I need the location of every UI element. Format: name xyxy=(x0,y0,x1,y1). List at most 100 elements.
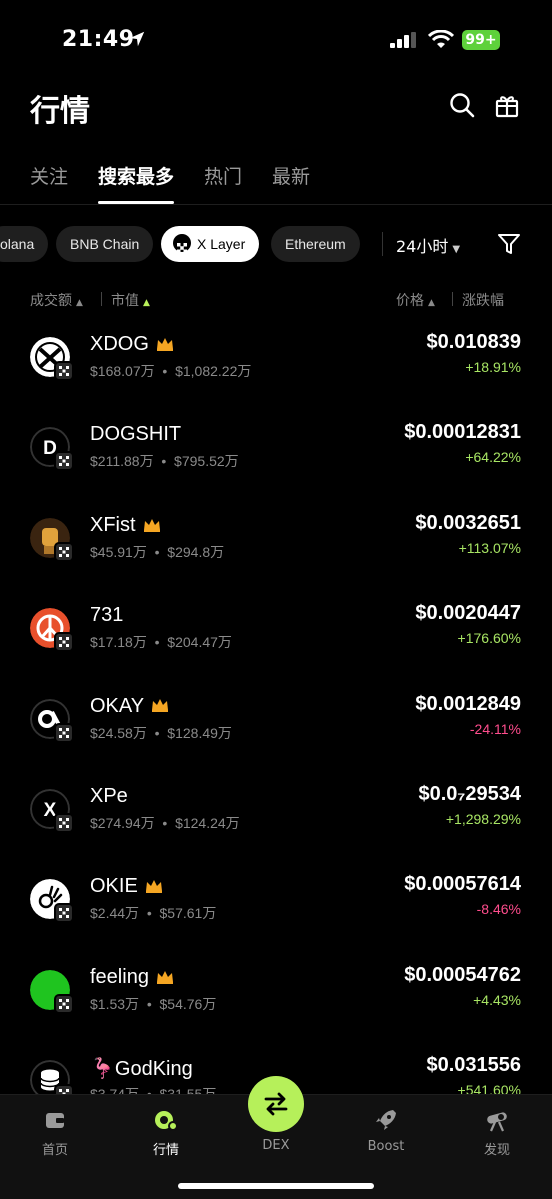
token-symbol: OKIE xyxy=(90,875,138,898)
token-name: XPe xyxy=(90,785,128,808)
token-change: -24.11% xyxy=(469,720,521,737)
token-market-cap: $294.8万 xyxy=(167,543,225,560)
caret-down-icon: ▼ xyxy=(452,244,461,255)
token-stats: $168.07万 • $1,082.22万 xyxy=(90,363,252,379)
token-stats: $45.91万 • $294.8万 xyxy=(90,543,225,560)
token-symbol: XDOG xyxy=(90,333,149,355)
battery-indicator: 99+ xyxy=(462,30,500,50)
market-icon xyxy=(155,1111,178,1131)
filter-icon[interactable] xyxy=(497,232,521,256)
status-time: 21:49 xyxy=(62,27,135,52)
home-indicator xyxy=(178,1183,374,1189)
token-volume: $45.91万 xyxy=(90,543,147,560)
sort-market-cap[interactable]: 市值 ▲ xyxy=(111,290,150,310)
token-market-cap: $795.52万 xyxy=(174,453,239,470)
x-layer-chain-badge-icon xyxy=(54,903,74,924)
token-name: 🦩GodKing xyxy=(90,1056,193,1081)
x-layer-chain-badge-icon xyxy=(54,632,74,653)
telescope-icon xyxy=(487,1112,507,1132)
x-layer-chain-badge-icon xyxy=(54,361,74,381)
token-symbol: 🦩GodKing xyxy=(90,1058,193,1081)
chip-solana[interactable]: olana xyxy=(0,226,49,262)
search-icon[interactable] xyxy=(449,92,475,118)
period-selector[interactable]: 24小时 ▼ xyxy=(396,233,460,257)
sort-volume-label: 成交额 xyxy=(30,293,72,309)
token-stats: $2.44万 • $57.61万 xyxy=(90,905,217,922)
sort-price[interactable]: 价格 ▲ xyxy=(396,290,435,310)
token-name: XDOG xyxy=(90,333,175,356)
token-market-cap: $204.47万 xyxy=(167,634,232,651)
token-price: $0.0012849 xyxy=(415,692,521,715)
nav-discover[interactable]: 发现 xyxy=(462,1107,532,1158)
swap-icon xyxy=(264,1092,288,1116)
nav-discover-label: 发现 xyxy=(483,1143,510,1158)
token-price: $0.031556 xyxy=(426,1054,521,1077)
tab-following[interactable]: 关注 xyxy=(30,162,68,206)
token-volume: $2.44万 xyxy=(90,905,140,922)
token-stats: $24.58万 • $128.49万 xyxy=(90,724,232,741)
chip-ethereum[interactable]: Ethereum xyxy=(271,226,360,262)
tab-newest[interactable]: 最新 xyxy=(272,162,310,206)
token-change: +18.91% xyxy=(465,359,521,375)
token-symbol: XFist xyxy=(90,513,136,536)
token-row[interactable]: XDOG $168.07万 • $1,082.22万 $0.010839 +18.91… xyxy=(0,331,552,427)
chip-bnb-chain[interactable]: BNB Chain xyxy=(56,226,154,262)
chain-filter-chips: olana BNB Chain X Layer Ethereum xyxy=(0,226,552,262)
token-stats: $274.94万 • $124.24万 xyxy=(90,815,240,831)
token-name: XFist xyxy=(90,514,162,537)
token-symbol: 731 xyxy=(90,604,124,627)
chip-x-layer-label: X Layer xyxy=(197,236,246,252)
x-layer-chain-badge-icon xyxy=(54,451,74,472)
crown-icon xyxy=(155,968,175,984)
token-row[interactable]: 731 $17.18万 • $204.47万 $0.0020447 +176.60% xyxy=(0,602,552,698)
status-bar: 21:49 99+ xyxy=(0,0,552,82)
sort-arrows-icon: ▲ xyxy=(428,298,435,308)
token-volume: $274.94万 xyxy=(90,815,155,831)
token-change: +4.43% xyxy=(473,991,521,1008)
token-volume: $17.18万 xyxy=(90,634,147,651)
sort-volume[interactable]: 成交额 ▲ xyxy=(30,290,83,310)
token-stats: $211.88万 • $795.52万 xyxy=(90,453,239,470)
token-row[interactable]: OKIE $2.44万 • $57.61万 $0.00057614 -8.46% xyxy=(0,873,552,969)
gift-icon[interactable] xyxy=(494,92,520,118)
chip-x-layer[interactable]: X Layer xyxy=(161,226,260,262)
nav-boost[interactable]: Boost xyxy=(351,1107,421,1154)
sort-arrows-icon: ▲ xyxy=(143,298,150,308)
token-volume: $24.58万 xyxy=(90,724,147,741)
nav-market-label: 行情 xyxy=(152,1143,179,1158)
token-stats: $1.53万 • $54.76万 xyxy=(90,995,217,1012)
x-layer-chain-badge-icon xyxy=(54,541,74,562)
token-row[interactable]: X XPe $274.94万 • $124.24万 $0.0₇29534 +1,298.… xyxy=(0,783,552,879)
nav-boost-label: Boost xyxy=(367,1139,405,1154)
sort-change[interactable]: 涨跌幅 xyxy=(462,290,504,310)
token-change: +113.07% xyxy=(458,539,521,556)
token-row[interactable]: feeling $1.53万 • $54.76万 $0.00054762 +4.43% xyxy=(0,964,552,1060)
crown-icon xyxy=(144,877,164,894)
token-row[interactable]: D DOGSHIT $211.88万 • $795.52万 $0.00012831 +6… xyxy=(0,421,552,517)
cellular-signal-icon xyxy=(390,32,416,48)
crown-icon xyxy=(155,335,175,351)
token-price: $0.0₇29534 xyxy=(418,783,521,805)
x-layer-chain-badge-icon xyxy=(54,722,74,743)
token-volume: $1.53万 xyxy=(90,995,140,1012)
token-symbol: feeling xyxy=(90,965,149,988)
token-change: +1,298.29% xyxy=(445,811,521,827)
token-row[interactable]: XFist $45.91万 • $294.8万 $0.0032651 +113.07% xyxy=(0,512,552,608)
tab-hot[interactable]: 热门 xyxy=(204,162,242,206)
nav-home[interactable]: 首页 xyxy=(20,1107,90,1158)
token-market-cap: $128.49万 xyxy=(167,724,232,741)
dex-swap-button[interactable] xyxy=(248,1076,304,1132)
token-name: 731 xyxy=(90,604,123,627)
token-name: feeling xyxy=(90,966,175,989)
rocket-icon xyxy=(376,1110,396,1130)
sort-change-label: 涨跌幅 xyxy=(462,293,504,309)
token-market-cap: $1,082.22万 xyxy=(175,363,252,379)
x-layer-chain-badge-icon xyxy=(54,813,74,833)
token-name: DOGSHIT xyxy=(90,423,181,446)
nav-market[interactable]: 行情 xyxy=(131,1107,201,1158)
token-row[interactable]: OKAY $24.58万 • $128.49万 $0.0012849 -24.11% xyxy=(0,693,552,789)
period-label: 24小时 xyxy=(396,237,449,256)
token-price: $0.010839 xyxy=(426,331,521,353)
sort-divider xyxy=(452,292,453,306)
tab-most-searched[interactable]: 搜索最多 xyxy=(98,162,175,206)
